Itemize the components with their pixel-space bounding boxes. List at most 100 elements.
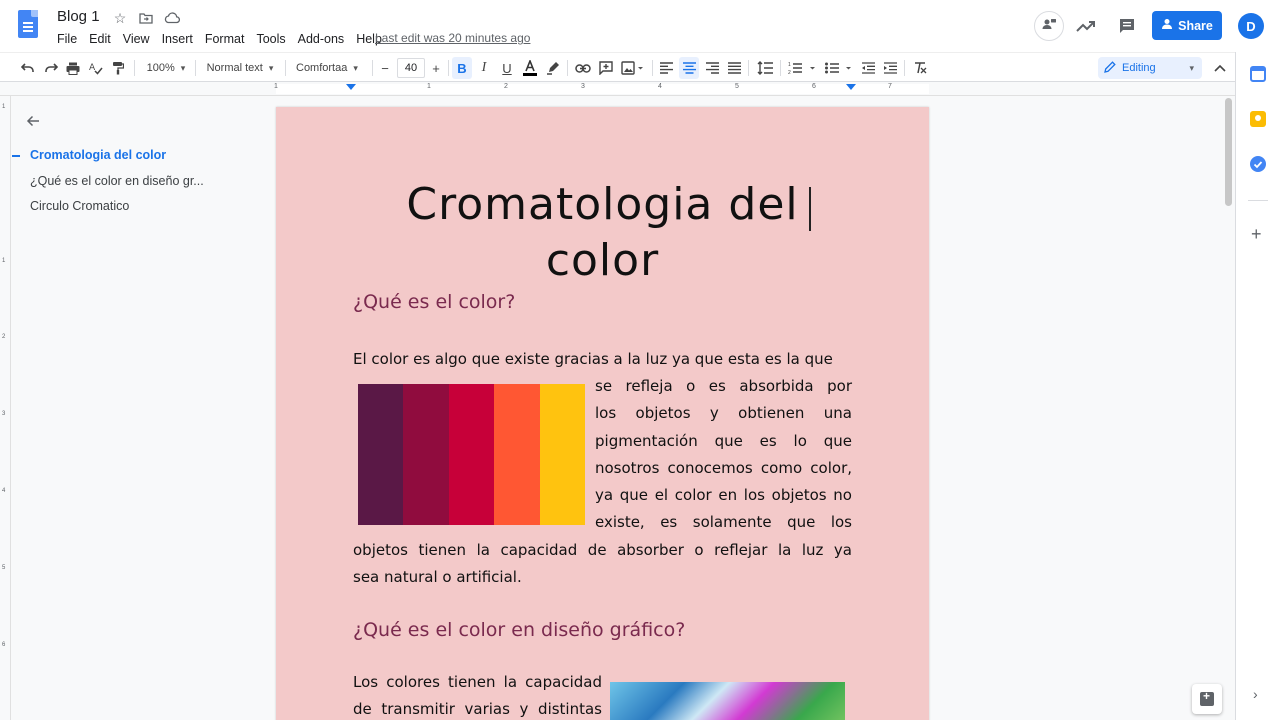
- vertical-ruler: 1 1 2 3 4 5 6: [0, 96, 11, 720]
- insert-link-icon[interactable]: [573, 57, 593, 79]
- explore-button[interactable]: [1192, 684, 1222, 714]
- share-label: Share: [1178, 18, 1213, 33]
- menu-file[interactable]: File: [51, 30, 83, 48]
- scrollbar-thumb[interactable]: [1225, 98, 1232, 206]
- menu-insert[interactable]: Insert: [156, 30, 199, 48]
- menu-edit[interactable]: Edit: [83, 30, 117, 48]
- menu-format[interactable]: Format: [199, 30, 251, 48]
- align-left-icon[interactable]: [656, 57, 676, 79]
- outline-item-color-design[interactable]: ¿Qué es el color en diseño gr...: [30, 174, 204, 188]
- insert-image-icon[interactable]: [619, 57, 647, 79]
- ruler-number: 4: [658, 83, 662, 90]
- ruler-number: 1: [427, 83, 431, 90]
- ruler-number: 7: [888, 83, 892, 90]
- palette-swatch: [403, 384, 449, 525]
- palette-swatch: [448, 384, 495, 525]
- paragraph-line: objetos tienen la capacidad de absorber …: [353, 541, 852, 559]
- color-palette-image[interactable]: [358, 384, 586, 525]
- tasks-icon[interactable]: [1250, 156, 1266, 172]
- move-folder-icon[interactable]: [136, 10, 156, 26]
- explore-icon: [1200, 689, 1214, 706]
- outline-item-title[interactable]: Cromatologia del color: [30, 148, 166, 162]
- activity-trend-icon[interactable]: [1074, 14, 1098, 38]
- bold-icon[interactable]: B: [452, 57, 472, 79]
- docs-logo-icon[interactable]: [18, 10, 38, 38]
- menu-view[interactable]: View: [117, 30, 156, 48]
- meeting-button[interactable]: [1034, 11, 1064, 41]
- font-select[interactable]: Comfortaa: [292, 57, 370, 79]
- title-actions: ☆: [110, 10, 182, 26]
- side-panel: + ›: [1235, 52, 1280, 720]
- vruler-number: 6: [2, 642, 6, 648]
- menu-tools[interactable]: Tools: [250, 30, 291, 48]
- menu-addons[interactable]: Add-ons: [292, 30, 351, 48]
- keep-notes-icon[interactable]: [1250, 111, 1266, 127]
- formatting-toolbar: A 100% Normal text Comfortaa − 40 + B I …: [0, 52, 1235, 82]
- line-spacing-icon[interactable]: [754, 57, 776, 79]
- share-person-icon: [1161, 18, 1173, 33]
- paragraph-line: El color es algo que existe gracias a la…: [353, 350, 833, 368]
- paragraph-color[interactable]: El color es algo que existe gracias a la…: [353, 346, 852, 373]
- text-color-icon[interactable]: [519, 57, 541, 79]
- svg-text:1: 1: [788, 62, 791, 68]
- ruler-number: 2: [504, 83, 508, 90]
- svg-text:2: 2: [788, 70, 791, 75]
- increase-indent-icon[interactable]: [880, 57, 900, 79]
- paragraph-line: existe, es solamente que los: [595, 513, 852, 532]
- redo-icon[interactable]: [41, 57, 61, 79]
- spellcheck-icon[interactable]: A: [86, 57, 106, 79]
- paragraph-line: los objetos y obtienen una: [595, 404, 852, 423]
- decrease-indent-icon[interactable]: [858, 57, 878, 79]
- underline-icon[interactable]: U: [497, 57, 517, 79]
- highlight-color-icon[interactable]: [543, 57, 563, 79]
- star-icon[interactable]: ☆: [110, 10, 130, 26]
- justify-icon[interactable]: [724, 57, 744, 79]
- paragraph-color-end[interactable]: objetos tienen la capacidad de absorber …: [353, 537, 852, 592]
- paragraph-style-select[interactable]: Normal text: [200, 57, 280, 79]
- outline-item-color-wheel[interactable]: Circulo Cromatico: [30, 199, 129, 213]
- show-side-panel-chevron-icon[interactable]: ›: [1253, 686, 1258, 702]
- paint-format-icon[interactable]: [108, 57, 128, 79]
- font-size-input[interactable]: 40: [397, 58, 425, 78]
- comments-icon[interactable]: [1115, 14, 1139, 38]
- horizontal-ruler[interactable]: 1 1 2 3 4 5 6 7: [0, 82, 1235, 96]
- editing-mode-select[interactable]: Editing: [1098, 57, 1202, 79]
- docs-app: Blog 1 ☆ File Edit View Insert Format To…: [0, 0, 1280, 720]
- insert-comment-icon[interactable]: [596, 57, 616, 79]
- document-page[interactable]: Cromatologia del color ¿Qué es el color?…: [276, 107, 929, 720]
- zoom-select[interactable]: 100%: [142, 57, 190, 79]
- right-indent-marker-icon[interactable]: [846, 84, 856, 90]
- italic-icon[interactable]: I: [474, 57, 494, 79]
- ruler-number: 6: [812, 83, 816, 90]
- cloud-status-icon[interactable]: [162, 10, 182, 26]
- palette-swatch: [358, 384, 404, 525]
- ruler-number: 5: [735, 83, 739, 90]
- hide-menus-chevron-up-icon[interactable]: [1210, 57, 1230, 79]
- left-indent-marker-icon[interactable]: [346, 84, 356, 90]
- document-title[interactable]: Blog 1: [57, 8, 100, 25]
- clear-formatting-icon[interactable]: [910, 57, 930, 79]
- increase-font-size-icon[interactable]: +: [428, 57, 444, 79]
- last-edit-link[interactable]: Last edit was 20 minutes ago: [375, 31, 530, 45]
- paragraph-design[interactable]: Los colores tienen la capacidad de trans…: [353, 669, 602, 720]
- document-heading[interactable]: Cromatologia del color: [276, 177, 929, 289]
- section-heading-design[interactable]: ¿Qué es el color en diseño gráfico?: [353, 619, 685, 641]
- outline-active-indicator: [12, 155, 20, 157]
- paint-photo-image[interactable]: [610, 682, 845, 720]
- print-icon[interactable]: [63, 57, 83, 79]
- paragraph-color-wrapped[interactable]: se refleja o es absorbida por los objeto…: [595, 373, 852, 537]
- undo-icon[interactable]: [18, 57, 38, 79]
- align-center-icon[interactable]: [679, 57, 699, 79]
- share-button[interactable]: Share: [1152, 11, 1222, 40]
- section-heading-color[interactable]: ¿Qué es el color?: [353, 291, 515, 313]
- decrease-font-size-icon[interactable]: −: [377, 57, 393, 79]
- paragraph-line: nosotros conocemos como color,: [595, 458, 852, 477]
- get-addons-plus-icon[interactable]: +: [1251, 224, 1262, 245]
- numbered-list-icon[interactable]: 12: [786, 57, 820, 79]
- paragraph-line: se refleja o es absorbida por: [595, 377, 852, 395]
- bulleted-list-icon[interactable]: [824, 57, 856, 79]
- align-right-icon[interactable]: [702, 57, 722, 79]
- close-outline-arrow-icon[interactable]: [26, 114, 40, 132]
- account-avatar[interactable]: D: [1238, 13, 1264, 39]
- calendar-icon[interactable]: [1250, 66, 1266, 82]
